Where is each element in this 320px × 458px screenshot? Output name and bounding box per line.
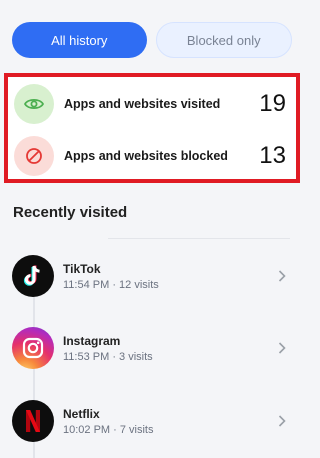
item-name: Instagram [63, 333, 121, 348]
visited-count: 19 [259, 90, 286, 117]
tab-blocked-only[interactable]: Blocked only [155, 22, 292, 58]
eye-icon [14, 84, 54, 124]
visited-label: Apps and websites visited [64, 97, 221, 111]
summary-card: Apps and websites visited 19 Apps and we… [4, 73, 300, 183]
blocked-summary-row[interactable]: Apps and websites blocked 13 [14, 133, 286, 179]
list-item-netflix[interactable]: Netflix 10:02 PM · 7 visits [12, 399, 290, 443]
section-divider [108, 238, 290, 239]
blocked-label: Apps and websites blocked [64, 149, 228, 163]
item-meta: 11:54 PM · 12 visits [63, 278, 159, 291]
item-name: TikTok [63, 261, 101, 276]
recently-visited-heading: Recently visited [13, 204, 128, 221]
item-meta: 11:53 PM · 3 visits [63, 350, 153, 363]
history-filter-tabs: All history Blocked only [12, 22, 292, 58]
list-item-instagram[interactable]: Instagram 11:53 PM · 3 visits [12, 326, 290, 370]
item-meta: 10:02 PM · 7 visits [63, 423, 154, 436]
chevron-right-icon[interactable] [274, 340, 290, 356]
list-item-tiktok[interactable]: TikTok 11:54 PM · 12 visits [12, 254, 290, 298]
instagram-icon [12, 327, 54, 369]
item-name: Netflix [63, 406, 100, 421]
tiktok-icon [12, 255, 54, 297]
blocked-count: 13 [259, 142, 286, 169]
visited-summary-row[interactable]: Apps and websites visited 19 [14, 81, 286, 127]
chevron-right-icon[interactable] [274, 413, 290, 429]
block-icon [14, 136, 54, 176]
chevron-right-icon[interactable] [274, 268, 290, 284]
tab-all-history[interactable]: All history [12, 22, 147, 58]
netflix-icon [12, 400, 54, 442]
